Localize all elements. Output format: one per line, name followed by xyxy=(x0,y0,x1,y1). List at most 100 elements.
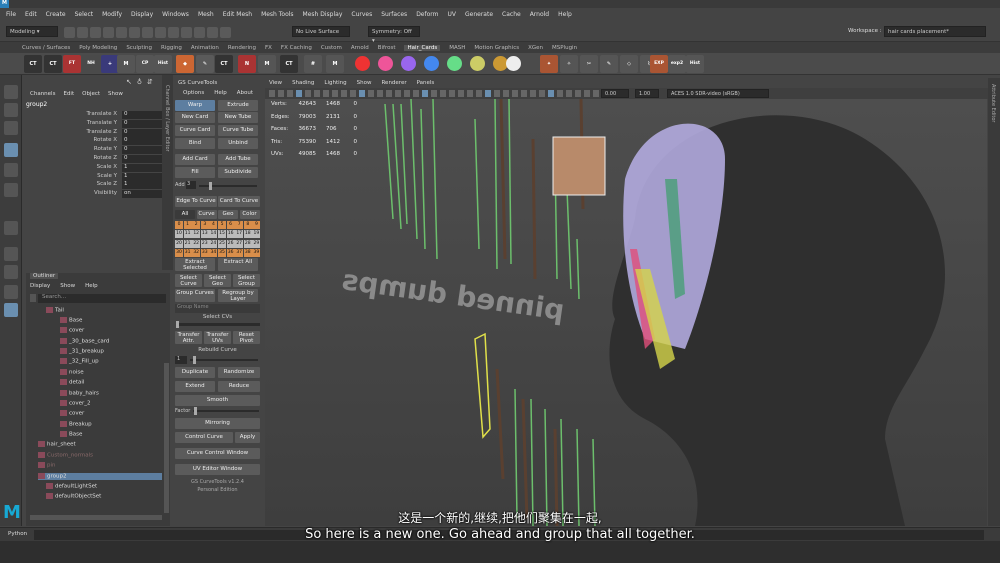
menu-item[interactable]: Mesh Tools xyxy=(261,11,293,18)
viewport-tool-icon[interactable] xyxy=(539,90,545,97)
layer-filter-button[interactable]: Color xyxy=(239,210,260,219)
viewport-tool-icon[interactable] xyxy=(278,90,284,97)
menu-item[interactable]: Surfaces xyxy=(381,11,407,18)
add-count-field[interactable]: 3 xyxy=(186,181,196,189)
menu-item[interactable]: Edit xyxy=(25,11,37,18)
layout-side-icon[interactable] xyxy=(4,285,18,299)
layer-button[interactable]: 19 xyxy=(252,230,261,239)
save-icon[interactable] xyxy=(77,27,88,38)
layer-filter-button[interactable]: All xyxy=(175,210,195,219)
outliner-item[interactable]: _31_breakup xyxy=(60,348,104,355)
key-icon[interactable]: ↖ xyxy=(126,78,132,86)
outliner-item[interactable]: detail xyxy=(60,379,84,386)
new-card-button[interactable]: New Card xyxy=(175,112,215,123)
menu-item[interactable]: Deform xyxy=(416,11,438,18)
shelf-tab[interactable]: Motion Graphics xyxy=(474,45,519,51)
menu-item[interactable]: Mesh xyxy=(198,11,214,18)
outliner-item[interactable]: Base xyxy=(60,431,82,438)
viewport-tool-icon[interactable] xyxy=(467,90,473,97)
shelf-tab[interactable]: Arnold xyxy=(351,45,369,51)
extend-button[interactable]: Extend xyxy=(175,381,215,392)
lock-icon[interactable]: ♁ xyxy=(137,78,142,86)
shelf-m-button[interactable]: M xyxy=(117,55,135,73)
layer-button[interactable]: 23 xyxy=(200,239,209,248)
layer-button[interactable]: 24 xyxy=(209,239,218,248)
transfer-uvs-button[interactable]: Transfer UVs xyxy=(204,331,231,344)
edge-to-curve-button[interactable]: Edge To Curve xyxy=(175,196,217,207)
shelf-m3-button[interactable]: M xyxy=(326,55,344,73)
uv-editor-window-button[interactable]: UV Editor Window xyxy=(175,464,260,475)
channel-row[interactable]: Scale Z1 xyxy=(22,181,180,190)
viewport-tool-icon[interactable] xyxy=(287,90,293,97)
outliner-item[interactable]: cover xyxy=(60,410,84,417)
color-red-swatch[interactable] xyxy=(355,56,370,71)
viewport-tool-icon[interactable] xyxy=(296,90,302,97)
viewport-tool-icon[interactable] xyxy=(422,90,428,97)
viewport-tool-icon[interactable] xyxy=(566,90,572,97)
menu-item[interactable]: Cache xyxy=(502,11,521,18)
shelf-ct3-button[interactable]: CT xyxy=(215,55,233,73)
shelf-cp-button[interactable]: CP xyxy=(136,55,154,73)
extrude-button[interactable]: Extrude xyxy=(218,100,258,111)
move-tool-icon[interactable] xyxy=(4,143,18,157)
color-purple-swatch[interactable] xyxy=(401,56,416,71)
shelf-wrench-button[interactable]: ✎ xyxy=(196,55,214,73)
color-green-swatch[interactable] xyxy=(447,56,462,71)
layer-button[interactable]: 9 xyxy=(252,221,261,229)
layer-button[interactable]: 10 xyxy=(175,230,183,239)
add-slider[interactable] xyxy=(199,182,257,190)
shelf-exp2-button[interactable]: exp2 xyxy=(668,55,686,73)
unbind-button[interactable]: Unbind xyxy=(218,138,258,149)
outliner-item[interactable]: Base xyxy=(60,317,82,324)
paint-select-icon[interactable] xyxy=(4,121,18,135)
search-icon[interactable] xyxy=(30,294,36,302)
channel-box-menu-item[interactable]: Edit xyxy=(63,91,74,97)
viewport-menu-item[interactable]: Panels xyxy=(417,80,435,86)
transfer-attr-button[interactable]: Transfer Attr. xyxy=(175,331,202,344)
add-card-button[interactable]: Add Card xyxy=(175,154,215,165)
layer-button[interactable]: 14 xyxy=(209,230,218,239)
snap-curve-icon[interactable] xyxy=(142,27,153,38)
layer-button[interactable]: 20 xyxy=(175,239,183,248)
subdivide-button[interactable]: Subdivide xyxy=(218,167,258,178)
snap-point-icon[interactable] xyxy=(155,27,166,38)
warp-button[interactable]: Warp xyxy=(175,100,215,111)
layer-button[interactable]: 1 xyxy=(183,221,192,229)
workspace-dropdown[interactable]: hair cards placement* xyxy=(884,26,986,37)
outliner-item[interactable]: group2 xyxy=(38,473,162,480)
viewport-tool-icon[interactable] xyxy=(386,90,392,97)
layout-single-icon[interactable] xyxy=(4,247,18,261)
outliner-menu-item[interactable]: Display xyxy=(30,283,50,289)
shelf-ct-button[interactable]: CT xyxy=(24,55,42,73)
lasso-tool-icon[interactable] xyxy=(4,103,18,117)
sort-icon[interactable]: ⇵ xyxy=(147,78,153,86)
viewport-tool-icon[interactable] xyxy=(359,90,365,97)
outliner-item[interactable]: Breakup xyxy=(60,421,92,428)
viewport-tool-icon[interactable] xyxy=(530,90,536,97)
shelf-tool-e[interactable]: ◇ xyxy=(620,55,638,73)
viewport-tool-icon[interactable] xyxy=(350,90,356,97)
shelf-tab[interactable]: XGen xyxy=(528,45,543,51)
layer-filter-button[interactable]: Geo xyxy=(218,210,238,219)
shelf-grid-button[interactable]: # xyxy=(304,55,322,73)
layer-button[interactable]: 38 xyxy=(243,248,252,257)
open-icon[interactable] xyxy=(64,27,75,38)
viewport-menu-item[interactable]: Show xyxy=(357,80,372,86)
viewport-tool-icon[interactable] xyxy=(395,90,401,97)
add-slider-handle[interactable] xyxy=(209,182,212,190)
factor-handle[interactable] xyxy=(194,407,197,415)
channel-row[interactable]: Scale X1 xyxy=(22,163,180,173)
layer-button[interactable]: 33 xyxy=(200,248,209,257)
channel-row[interactable]: Translate Z0 xyxy=(22,128,180,138)
shelf-tab[interactable]: Rigging xyxy=(161,45,182,51)
outliner-scrollbar[interactable] xyxy=(164,363,169,513)
outliner-item[interactable]: Tail xyxy=(46,307,64,314)
layer-button[interactable]: 32 xyxy=(192,248,201,257)
viewport-tool-icon[interactable] xyxy=(584,90,590,97)
regroup-by-layer-button[interactable]: Regroup by Layer xyxy=(218,289,258,302)
viewport-menu-item[interactable]: Lighting xyxy=(324,80,346,86)
reset-pivot-button[interactable]: Reset Pivot xyxy=(233,331,260,344)
viewport-tool-icon[interactable] xyxy=(449,90,455,97)
layer-button[interactable]: 35 xyxy=(218,248,226,257)
shelf-tab[interactable]: FX xyxy=(265,45,272,51)
